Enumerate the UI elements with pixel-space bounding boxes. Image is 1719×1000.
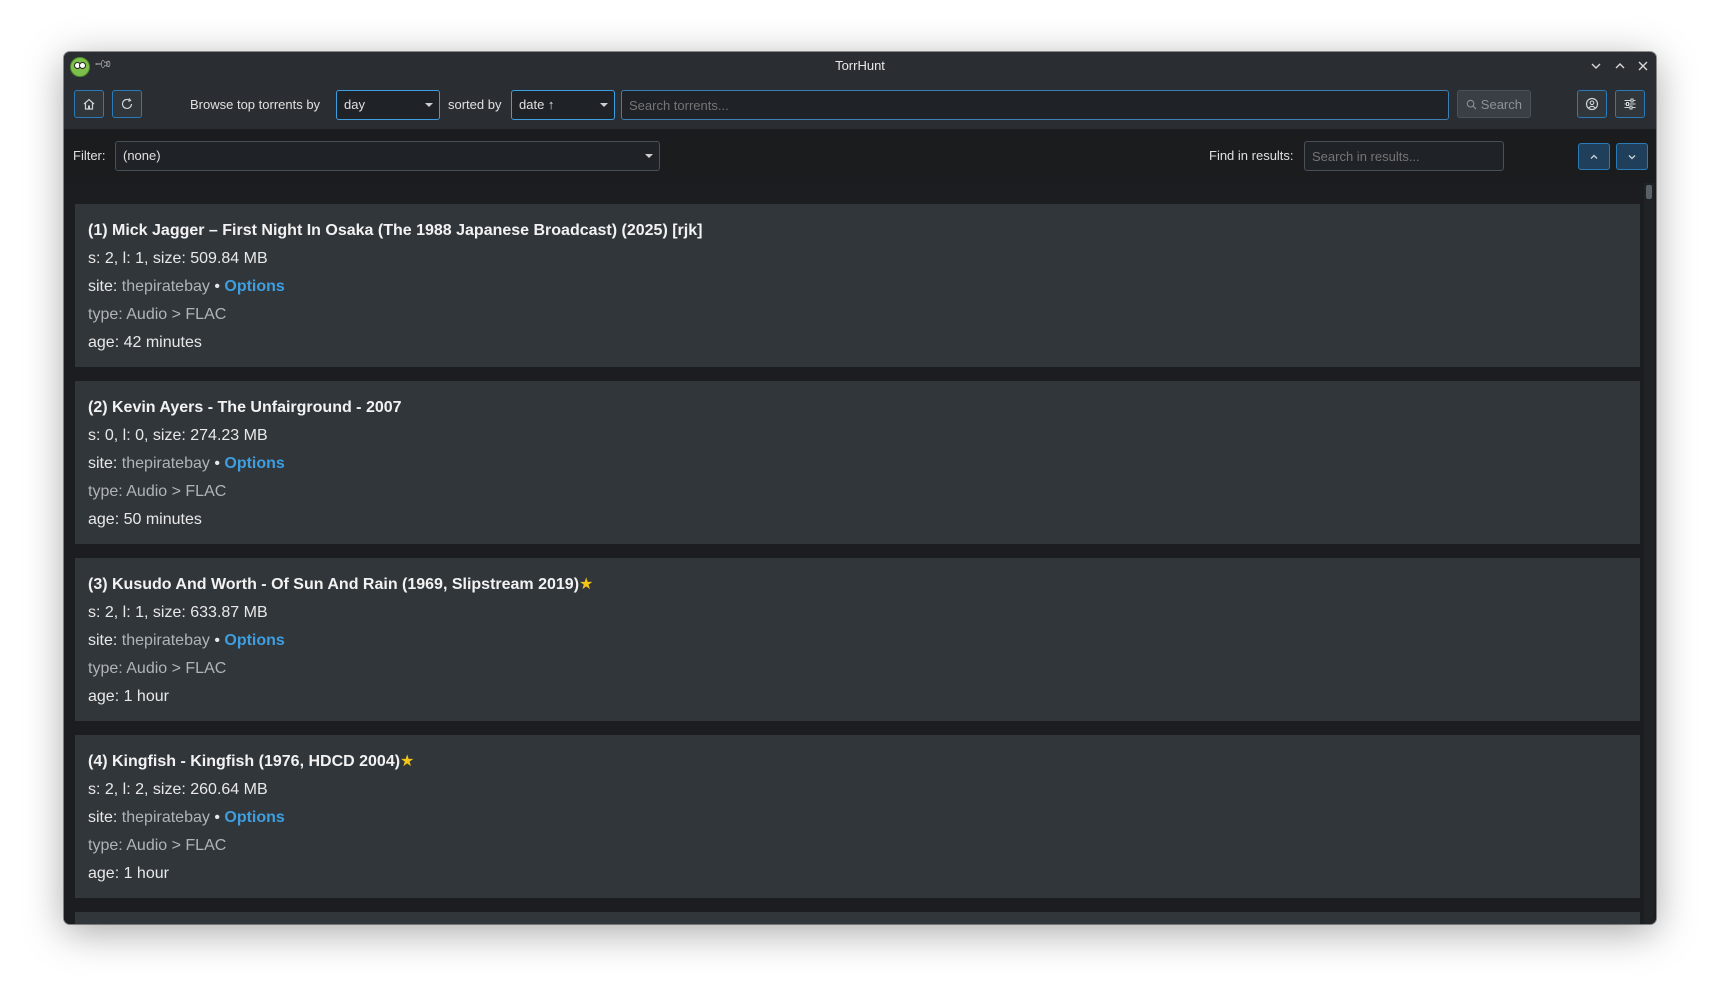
sorted-by-label: sorted by xyxy=(448,97,502,112)
site-name: thepiratebay xyxy=(121,809,210,826)
find-in-results-input[interactable] xyxy=(1304,141,1504,171)
result-title-text: (3) Kusudo And Worth - Of Sun And Rain (… xyxy=(88,576,580,593)
title-bar: 📌︎ TorrHunt xyxy=(64,52,1656,81)
separator: • xyxy=(214,455,220,472)
result-type: type: Audio > FLAC xyxy=(88,837,227,854)
result-stats: s: 2, l: 2, size: 260.64 MB xyxy=(88,781,268,798)
sort-value: date ↑ xyxy=(519,97,555,112)
refresh-icon xyxy=(121,98,133,110)
next-match-button[interactable] xyxy=(1616,143,1648,170)
result-title-text: (2) Kevin Ayers - The Unfairground - 200… xyxy=(88,399,402,416)
separator: • xyxy=(214,278,220,295)
star-icon: ★ xyxy=(579,576,594,593)
result-age: age: 50 minutes xyxy=(88,511,202,528)
home-icon xyxy=(83,98,95,110)
separator: • xyxy=(214,632,220,649)
result-site-row: site: thepiratebay • Options xyxy=(88,807,1627,835)
site-prefix: site: xyxy=(88,632,118,649)
sliders-icon xyxy=(1624,98,1636,110)
result-age: age: 1 hour xyxy=(88,865,169,882)
user-icon xyxy=(1585,97,1599,111)
site-name: thepiratebay xyxy=(121,632,210,649)
chevron-down-icon xyxy=(425,103,433,107)
sort-select[interactable]: date ↑ xyxy=(511,90,615,120)
site-prefix: site: xyxy=(88,278,118,295)
search-button[interactable]: Search xyxy=(1457,90,1531,118)
maximize-icon[interactable] xyxy=(1610,56,1630,76)
site-name: thepiratebay xyxy=(121,278,210,295)
filter-bar: Filter: (none) Find in results: xyxy=(64,129,1656,183)
result-title-text: (4) Kingfish - Kingfish (1976, HDCD 2004… xyxy=(88,753,401,770)
star-icon: ★ xyxy=(400,753,415,770)
scrollbar-thumb[interactable] xyxy=(1646,185,1652,199)
result-site-row: site: thepiratebay • Options xyxy=(88,453,1627,481)
result-type: type: Audio > FLAC xyxy=(88,306,227,323)
app-window: 📌︎ TorrHunt Browse top torrents by day s… xyxy=(64,52,1656,924)
results-list: (1) Mick Jagger – First Night In Osaka (… xyxy=(75,204,1640,924)
options-link[interactable]: Options xyxy=(224,278,284,295)
result-card[interactable]: (1) Mick Jagger – First Night In Osaka (… xyxy=(75,204,1640,367)
search-icon xyxy=(1466,99,1477,109)
window-title: TorrHunt xyxy=(835,58,885,73)
chevron-down-icon xyxy=(1628,154,1636,159)
result-site-row: site: thepiratebay • Options xyxy=(88,630,1627,658)
account-button[interactable] xyxy=(1577,90,1607,118)
period-value: day xyxy=(344,97,365,112)
result-title[interactable]: (2) Kevin Ayers - The Unfairground - 200… xyxy=(88,397,1627,425)
chevron-down-icon xyxy=(645,154,653,158)
site-prefix: site: xyxy=(88,809,118,826)
home-button[interactable] xyxy=(74,90,104,118)
results-area: (1) Mick Jagger – First Night In Osaka (… xyxy=(64,183,1656,924)
result-age: age: 1 hour xyxy=(88,688,169,705)
result-card[interactable]: (3) Kusudo And Worth - Of Sun And Rain (… xyxy=(75,558,1640,721)
options-link[interactable]: Options xyxy=(224,632,284,649)
period-select[interactable]: day xyxy=(336,90,440,120)
result-stats: s: 2, l: 1, size: 633.87 MB xyxy=(88,604,268,621)
result-title-text: (1) Mick Jagger – First Night In Osaka (… xyxy=(88,222,703,239)
result-type: type: Audio > FLAC xyxy=(88,660,227,677)
result-card[interactable]: (2) Kevin Ayers - The Unfairground - 200… xyxy=(75,381,1640,544)
result-type: type: Audio > FLAC xyxy=(88,483,227,500)
options-link[interactable]: Options xyxy=(224,455,284,472)
result-age: age: 42 minutes xyxy=(88,334,202,351)
close-icon[interactable] xyxy=(1633,56,1653,76)
previous-match-button[interactable] xyxy=(1578,143,1610,170)
result-stats: s: 0, l: 0, size: 274.23 MB xyxy=(88,427,268,444)
result-site-row: site: thepiratebay • Options xyxy=(88,276,1627,304)
result-title[interactable]: (1) Mick Jagger – First Night In Osaka (… xyxy=(88,220,1627,248)
filter-select[interactable]: (none) xyxy=(115,141,660,171)
separator: • xyxy=(214,809,220,826)
options-link[interactable]: Options xyxy=(224,809,284,826)
site-name: thepiratebay xyxy=(121,455,210,472)
result-title[interactable]: (4) Kingfish - Kingfish (1976, HDCD 2004… xyxy=(88,751,1627,779)
search-input[interactable] xyxy=(621,90,1449,120)
filter-label: Filter: xyxy=(73,148,106,163)
result-title[interactable]: (3) Kusudo And Worth - Of Sun And Rain (… xyxy=(88,574,1627,602)
refresh-button[interactable] xyxy=(112,90,142,118)
site-prefix: site: xyxy=(88,455,118,472)
result-card[interactable] xyxy=(75,912,1640,924)
chevron-down-icon xyxy=(600,103,608,107)
toolbar: Browse top torrents by day sorted by dat… xyxy=(64,81,1656,129)
settings-button[interactable] xyxy=(1615,90,1645,118)
search-button-label: Search xyxy=(1480,96,1522,112)
filter-value: (none) xyxy=(123,148,161,163)
minimize-icon[interactable] xyxy=(1586,56,1606,76)
chevron-up-icon xyxy=(1590,154,1598,159)
result-card[interactable]: (4) Kingfish - Kingfish (1976, HDCD 2004… xyxy=(75,735,1640,898)
find-in-results-label: Find in results: xyxy=(1209,148,1294,163)
result-stats: s: 2, l: 1, size: 509.84 MB xyxy=(88,250,268,267)
results-scrollbar[interactable] xyxy=(1644,183,1654,924)
browse-label: Browse top torrents by xyxy=(190,97,321,112)
